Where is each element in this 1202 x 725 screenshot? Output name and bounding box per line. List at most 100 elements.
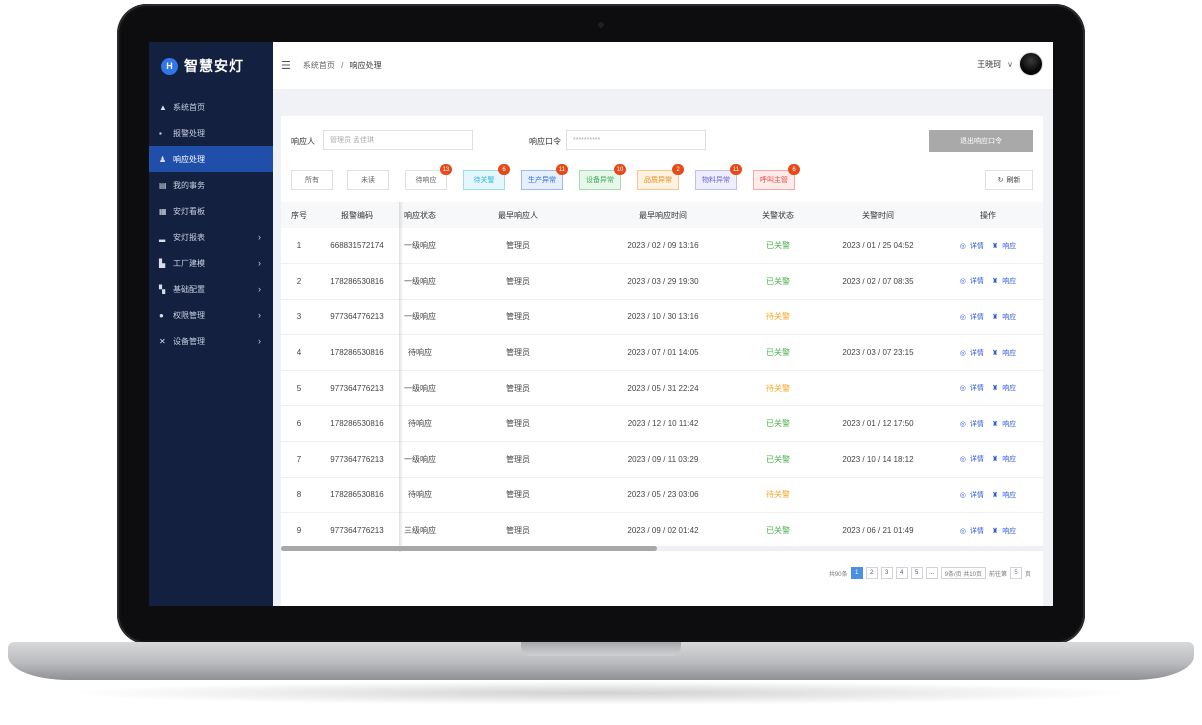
user-menu[interactable]: 王晓珂 ∨ (977, 52, 1043, 76)
bell-icon: ♜ (991, 278, 999, 286)
page-button-4[interactable]: 4 (895, 567, 908, 579)
page-button-2[interactable]: 2 (865, 567, 878, 579)
sidebar-item-5[interactable]: ▦ 安灯看板 (149, 198, 273, 224)
tab-label: 品质异常 (644, 177, 672, 184)
password-input[interactable]: ********** (566, 130, 706, 150)
detail-link[interactable]: ◎ 详情 (958, 385, 986, 392)
scrollbar-thumb[interactable] (281, 546, 657, 551)
sidebar-item-9[interactable]: ● 权限管理 › (149, 302, 273, 328)
respond-label: 响应 (1002, 313, 1017, 321)
cell-time: 2023 / 02 / 09 13:16 (593, 228, 733, 265)
detail-link[interactable]: ◎ 详情 (958, 314, 986, 321)
chevron-right-icon: › (258, 258, 261, 268)
exit-response-password-button[interactable]: 退出响应口令 (929, 130, 1033, 152)
respond-link[interactable]: ♜ 响应 (990, 350, 1018, 357)
cell-code: 977364776213 (317, 441, 397, 478)
respond-link[interactable]: ♜ 响应 (990, 528, 1018, 535)
responder-input[interactable]: 管理员 孟佳琪 (323, 130, 473, 150)
sidebar-item-4[interactable]: ▤ 我的事务 (149, 172, 273, 198)
cell-actions: ◎ 详情 ♜ 响应 (933, 228, 1043, 265)
detail-link[interactable]: ◎ 详情 (958, 278, 986, 285)
cell-responder: 管理员 (443, 334, 593, 371)
tab-8[interactable]: 物料异常 11 (695, 164, 742, 190)
respond-link[interactable]: ♜ 响应 (990, 492, 1018, 499)
sidebar-item-6[interactable]: ▂ 安灯报表 › (149, 224, 273, 250)
respond-label: 响应 (1002, 456, 1017, 464)
tab-9[interactable]: 呼叫主管 6 (753, 164, 800, 190)
floor-shadow (60, 681, 1142, 705)
page-size-select[interactable]: 9条/页 共10页 (940, 567, 986, 579)
brand: H 智慧安灯 (149, 42, 273, 90)
tab-label: 未读 (361, 177, 375, 184)
cell-time: 2023 / 09 / 11 03:29 (593, 441, 733, 478)
sidebar-item-1[interactable]: ▲ 系统首页 (149, 94, 273, 120)
cell-responder: 管理员 (443, 512, 593, 549)
cell-code: 178286530816 (317, 263, 397, 300)
goto-page-input[interactable]: 5 (1009, 567, 1022, 579)
tab-label: 物料异常 (702, 177, 730, 184)
col-header-state: 响应状态 (397, 202, 443, 228)
cell-close-state: 已关警 (733, 441, 823, 478)
horizontal-scrollbar[interactable] (281, 546, 1043, 551)
table-body: 1 668831572174 一级响应 管理员 2023 / 02 / 09 13:16… (281, 228, 1043, 549)
page-button-5[interactable]: 5 (910, 567, 923, 579)
chevron-right-icon: › (258, 310, 261, 320)
refresh-button[interactable]: ↻ 刷新 (985, 170, 1033, 190)
page-button-3[interactable]: 3 (880, 567, 893, 579)
tab-label: 所有 (305, 177, 319, 184)
tab-1[interactable]: 所有 (291, 170, 333, 190)
sidebar-item-7[interactable]: ▙ 工厂建模 › (149, 250, 273, 276)
sidebar-item-label: 安灯报表 (173, 232, 205, 242)
respond-label: 响应 (1002, 527, 1017, 535)
table-row: 9 977364776213 三级响应 管理员 2023 / 09 / 02 01:42… (281, 512, 1043, 549)
breadcrumb-separator: / (341, 61, 344, 70)
tab-4[interactable]: 待关警 6 (463, 164, 510, 190)
cell-close-state: 已关警 (733, 228, 823, 265)
detail-link[interactable]: ◎ 详情 (958, 350, 986, 357)
detail-label: 详情 (969, 278, 984, 286)
page-button-6[interactable]: ... (925, 567, 938, 579)
sidebar-item-2[interactable]: ▪ 报警处理 (149, 120, 273, 146)
sidebar-item-label: 安灯看板 (173, 206, 205, 216)
sidebar-item-label: 权限管理 (173, 310, 205, 320)
respond-link[interactable]: ♜ 响应 (990, 456, 1018, 463)
chevron-down-icon[interactable]: ∨ (1007, 60, 1013, 69)
respond-link[interactable]: ♜ 响应 (990, 385, 1018, 392)
table-row: 5 977364776213 一级响应 管理员 2023 / 05 / 31 22:24… (281, 370, 1043, 407)
sidebar-item-3[interactable]: ♟ 响应处理 (149, 146, 273, 172)
tab-3[interactable]: 待响应 13 (405, 164, 452, 190)
respond-link[interactable]: ♜ 响应 (990, 278, 1018, 285)
tab-6[interactable]: 设备异常 10 (579, 164, 626, 190)
cell-responder: 管理员 (443, 477, 593, 514)
table-header-row: 序号 报警编码 响应状态 最早响应人 最早响应时间 关警状态 关警时间 操作 (281, 202, 1043, 228)
sidebar-item-8[interactable]: ▚ 基础配置 › (149, 276, 273, 302)
responder-label: 响应人 (291, 137, 315, 146)
tools-icon: ✕ (159, 336, 166, 346)
detail-link[interactable]: ◎ 详情 (958, 421, 986, 428)
respond-link[interactable]: ♜ 响应 (990, 243, 1018, 250)
user-name[interactable]: 王晓珂 (977, 59, 1001, 70)
cell-no: 9 (281, 512, 317, 549)
bell-icon: ♜ (991, 349, 999, 357)
cell-no: 5 (281, 370, 317, 407)
avatar[interactable] (1019, 52, 1043, 76)
tab-5[interactable]: 生产异常 11 (521, 164, 568, 190)
count-badge: 10 (614, 164, 626, 175)
refresh-label: 刷新 (1006, 177, 1021, 184)
cell-no: 7 (281, 441, 317, 478)
eye-icon: ◎ (959, 313, 966, 321)
detail-link[interactable]: ◎ 详情 (958, 456, 986, 463)
bell-icon: ♜ (991, 420, 999, 428)
respond-link[interactable]: ♜ 响应 (990, 314, 1018, 321)
menu-toggle-icon[interactable]: ☰ (281, 59, 291, 72)
breadcrumb-home[interactable]: 系统首页 (303, 61, 335, 70)
tab-7[interactable]: 品质异常 2 (637, 164, 684, 190)
detail-link[interactable]: ◎ 详情 (958, 528, 986, 535)
page-button-1[interactable]: 1 (850, 567, 863, 579)
detail-link[interactable]: ◎ 详情 (958, 492, 986, 499)
respond-link[interactable]: ♜ 响应 (990, 421, 1018, 428)
sidebar-item-10[interactable]: ✕ 设备管理 › (149, 328, 273, 354)
tab-2[interactable]: 未读 (347, 170, 389, 190)
detail-link[interactable]: ◎ 详情 (958, 243, 986, 250)
app-name: 智慧安灯 (184, 58, 244, 74)
